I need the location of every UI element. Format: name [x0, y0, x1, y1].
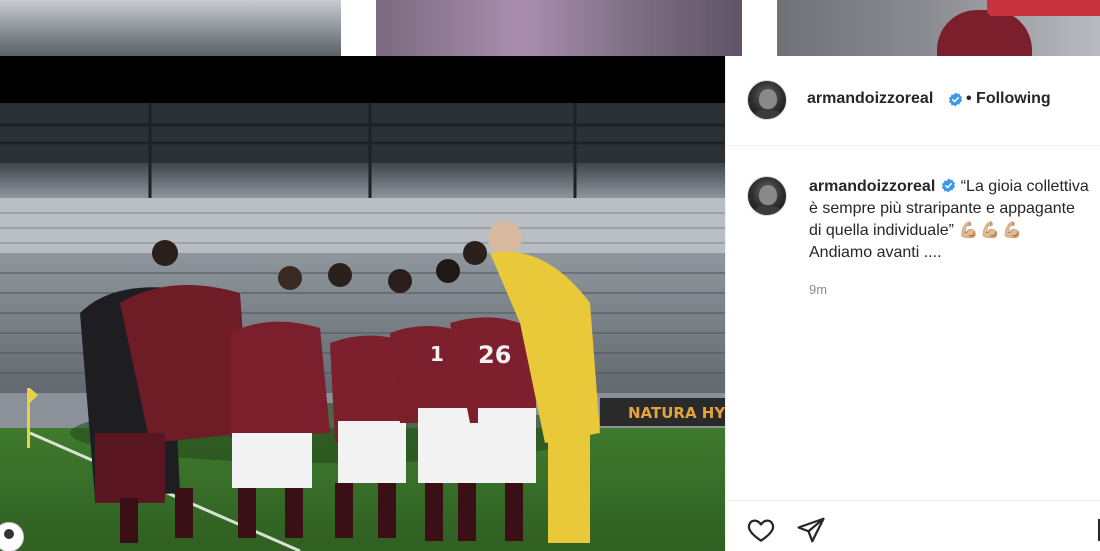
svg-text:26: 26: [478, 341, 511, 369]
ad-board-text: NATURA HY: [628, 404, 725, 422]
verified-badge-icon: [948, 92, 963, 107]
caption-verified-badge-icon: [942, 178, 956, 193]
caption-line-1: “La gioia collettiva: [960, 178, 1089, 195]
post-header: armandoizzoreal • Following: [726, 56, 1100, 146]
caption-line-3: di quella individuale”: [809, 222, 954, 239]
caption-line-4: Andiamo avanti ....: [809, 244, 942, 261]
author-username[interactable]: armandoizzoreal: [807, 90, 933, 108]
caption-line-2: è sempre più straripante e appagante: [809, 200, 1075, 217]
team-huddle-photo: NATURA HY 26 1: [0, 103, 725, 551]
post-image-container[interactable]: NATURA HY 26 1: [0, 56, 725, 551]
heart-icon[interactable]: [746, 515, 776, 545]
caption-body: armandoizzoreal “La gioia collettiva è s…: [809, 176, 1100, 264]
flexed-biceps-emoji: 💪🏼💪🏼💪🏼: [958, 222, 1025, 239]
following-button[interactable]: • Following: [966, 90, 1051, 108]
thumbnail-player[interactable]: [777, 0, 1100, 56]
background-thumbnails: [0, 0, 1100, 56]
thumbnail-player-figure: [937, 10, 1032, 56]
thumbnail-red-badge: [987, 0, 1100, 16]
post-actions-bar: [726, 500, 1100, 551]
paper-plane-icon[interactable]: [796, 515, 826, 545]
post-side-panel: armandoizzoreal • Following armandoizzor…: [725, 56, 1100, 551]
author-avatar[interactable]: [747, 80, 787, 120]
caption-username[interactable]: armandoizzoreal: [809, 178, 935, 195]
svg-text:1: 1: [430, 342, 444, 366]
thumbnail-match[interactable]: [376, 0, 742, 56]
user-profile-icon[interactable]: [0, 522, 24, 551]
post-timestamp[interactable]: 9m: [809, 282, 827, 297]
thumbnail-stadium[interactable]: [0, 0, 341, 56]
caption-avatar[interactable]: [747, 176, 787, 216]
caption-comment: armandoizzoreal “La gioia collettiva è s…: [726, 146, 1100, 551]
